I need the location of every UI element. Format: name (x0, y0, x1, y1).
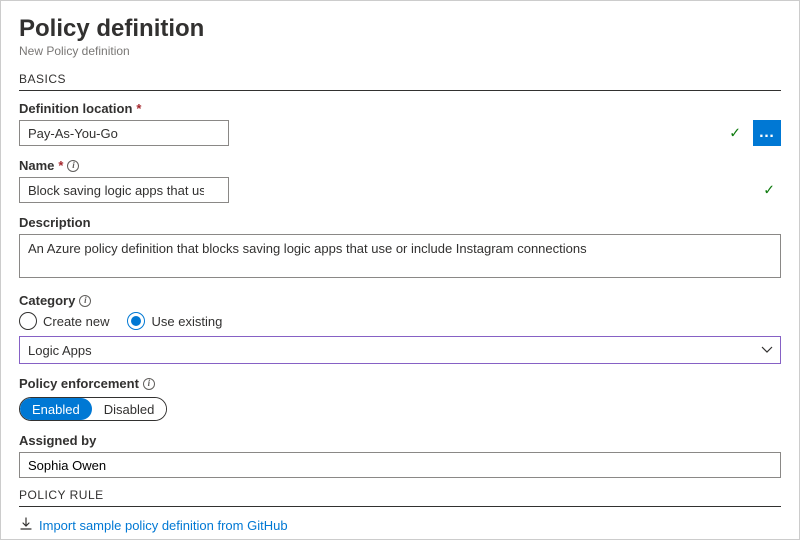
category-label: Category (19, 293, 75, 308)
name-label: Name (19, 158, 54, 173)
policy-enforcement-toggle[interactable]: Enabled Disabled (19, 397, 167, 421)
name-input[interactable] (19, 177, 229, 203)
radio-label-create-new: Create new (43, 314, 109, 329)
info-icon[interactable]: i (79, 295, 91, 307)
download-icon (19, 517, 33, 534)
assigned-by-label: Assigned by (19, 433, 96, 448)
checkmark-icon: ✓ (729, 125, 741, 142)
category-select-value: Logic Apps (28, 343, 92, 358)
toggle-disabled[interactable]: Disabled (92, 398, 167, 420)
category-radio-create-new[interactable]: Create new (19, 312, 109, 330)
checkmark-icon: ✓ (763, 182, 775, 199)
definition-location-label: Definition location (19, 101, 132, 116)
info-icon[interactable]: i (67, 160, 79, 172)
page-subtitle: New Policy definition (19, 44, 781, 58)
description-label: Description (19, 215, 91, 230)
radio-label-use-existing: Use existing (151, 314, 222, 329)
required-asterisk: * (58, 158, 63, 173)
description-input[interactable] (19, 234, 781, 278)
info-icon[interactable]: i (143, 378, 155, 390)
category-radio-use-existing[interactable]: Use existing (127, 312, 222, 330)
assigned-by-input[interactable] (19, 452, 781, 478)
import-link-label: Import sample policy definition from Git… (39, 518, 288, 533)
section-basics-header: BASICS (19, 72, 781, 91)
section-policy-rule-header: POLICY RULE (19, 488, 781, 507)
category-select[interactable]: Logic Apps (19, 336, 781, 364)
definition-location-input[interactable] (19, 120, 229, 146)
ellipsis-icon: … (759, 124, 776, 142)
required-asterisk: * (136, 101, 141, 116)
definition-location-browse-button[interactable]: … (753, 120, 781, 146)
toggle-enabled[interactable]: Enabled (20, 398, 92, 420)
import-sample-link[interactable]: Import sample policy definition from Git… (19, 517, 781, 534)
page-title: Policy definition (19, 15, 781, 43)
policy-enforcement-label: Policy enforcement (19, 376, 139, 391)
